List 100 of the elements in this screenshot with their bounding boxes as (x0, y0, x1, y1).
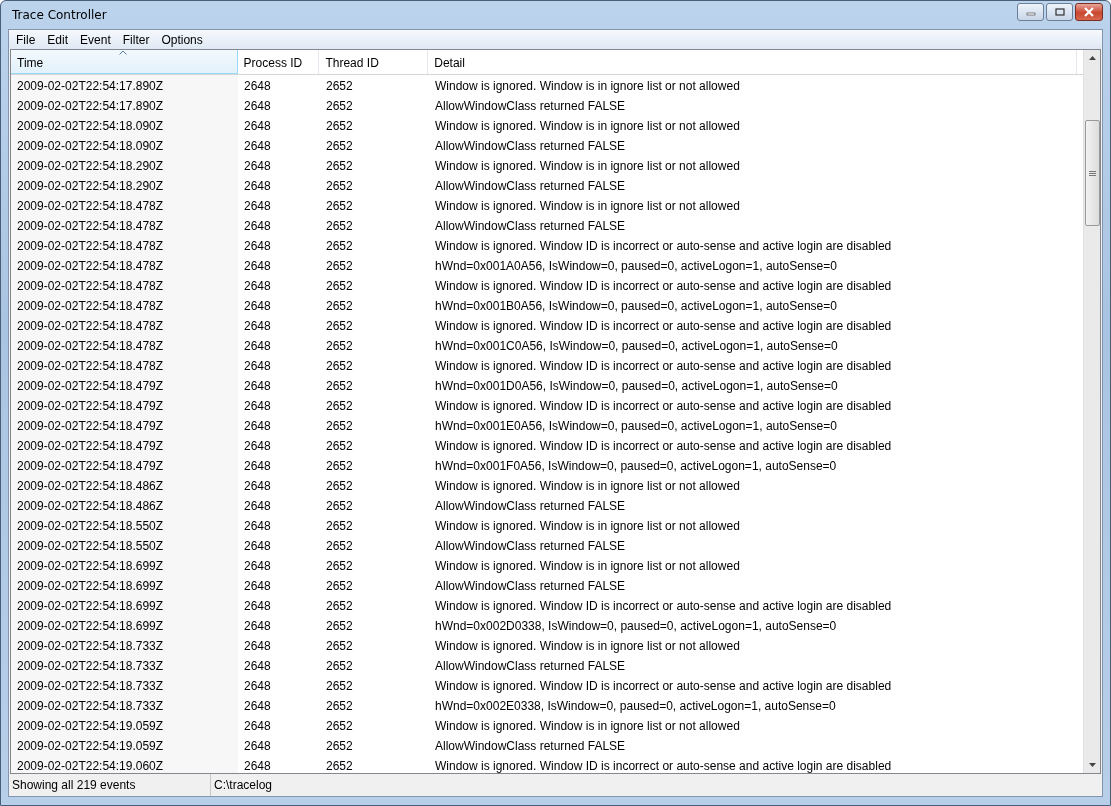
table-cell: AllowWindowClass returned FALSE (435, 539, 626, 553)
table-cell: Window is ignored. Window is in ignore list or not allowed (435, 719, 740, 733)
table-cell: Window is ignored. Window ID is incorrect or auto-sense and active login are disabled (435, 359, 892, 373)
table-cell: Window is ignored. Window is in ignore list or not allowed (435, 559, 740, 573)
column-header[interactable]: Time (11, 50, 238, 74)
table-cell: 2009-02-02T22:54:18.479Z (17, 439, 164, 453)
menu-item[interactable]: Event (74, 32, 117, 47)
table-cell: 2648 (244, 179, 271, 193)
table-cell: 2009-02-02T22:54:18.550Z (17, 539, 164, 553)
table-cell: 2648 (244, 399, 271, 413)
menu-item[interactable]: Options (155, 32, 209, 47)
table-cell: 2648 (244, 559, 271, 573)
vertical-scrollbar[interactable] (1083, 50, 1100, 773)
table-cell: 2009-02-02T22:54:18.699Z (17, 599, 164, 613)
table-cell: 2652 (326, 599, 353, 613)
table-cell: Window is ignored. Window is in ignore list or not allowed (435, 639, 740, 653)
menu-item[interactable]: Filter (116, 32, 156, 47)
table-cell: 2009-02-02T22:54:17.890Z (17, 99, 164, 113)
table-cell: 2009-02-02T22:54:18.733Z (17, 679, 164, 693)
table-cell: hWnd=0x002E0338, IsWindow=0, paused=0, activeLogon=1, autoSense=0 (435, 699, 836, 713)
table-cell: 2648 (244, 379, 271, 393)
table-cell: 2648 (244, 79, 271, 93)
table-cell: 2648 (244, 239, 271, 253)
table-cell: Window is ignored. Window ID is incorrect or auto-sense and active login are disabled (435, 439, 892, 453)
table-cell: 2009-02-02T22:54:18.699Z (17, 559, 164, 573)
table-cell: Window is ignored. Window ID is incorrect or auto-sense and active login are disabled (435, 319, 892, 333)
table-cell: 2648 (244, 99, 271, 113)
table-cell: AllowWindowClass returned FALSE (435, 499, 626, 513)
table-cell: 2009-02-02T22:54:18.478Z (17, 279, 164, 293)
sort-caret-icon (119, 50, 127, 55)
table-cell: AllowWindowClass returned FALSE (435, 219, 626, 233)
table-cell: 2648 (244, 639, 271, 653)
table-cell: 2009-02-02T22:54:18.090Z (17, 139, 164, 153)
table-cell: Window is ignored. Window is in ignore list or not allowed (435, 199, 740, 213)
table-cell: 2652 (326, 579, 353, 593)
maximize-button[interactable] (1046, 3, 1073, 21)
table-cell: Window is ignored. Window ID is incorrect or auto-sense and active login are disabled (435, 279, 892, 293)
table-cell: 2009-02-02T22:54:18.478Z (17, 219, 164, 233)
table-cell: hWnd=0x001C0A56, IsWindow=0, paused=0, activeLogon=1, autoSense=0 (435, 339, 838, 353)
table-cell: 2648 (244, 119, 271, 133)
close-button[interactable] (1075, 3, 1103, 21)
table-cell: 2652 (326, 679, 353, 693)
table-cell: 2009-02-02T22:54:19.060Z (17, 759, 164, 773)
table-cell: AllowWindowClass returned FALSE (435, 739, 626, 753)
table-cell: AllowWindowClass returned FALSE (435, 579, 626, 593)
table-cell: 2009-02-02T22:54:19.059Z (17, 719, 164, 733)
table-cell: 2009-02-02T22:54:18.290Z (17, 179, 164, 193)
scrollbar-thumb[interactable] (1084, 120, 1100, 226)
table-cell: 2009-02-02T22:54:18.478Z (17, 339, 164, 353)
table-cell: 2009-02-02T22:54:18.478Z (17, 299, 164, 313)
menu-item[interactable]: File (10, 32, 42, 47)
table-cell: hWnd=0x001E0A56, IsWindow=0, paused=0, activeLogon=1, autoSense=0 (435, 419, 837, 433)
table-cell: 2652 (326, 399, 353, 413)
close-icon (1083, 7, 1095, 17)
table-cell: 2009-02-02T22:54:18.479Z (17, 379, 164, 393)
table-cell: 2652 (326, 639, 353, 653)
table-cell: 2652 (326, 739, 353, 753)
table-cell: Window is ignored. Window ID is incorrect or auto-sense and active login are disabled (435, 599, 892, 613)
column-header[interactable]: Detail (428, 50, 1077, 74)
table-cell: 2009-02-02T22:54:18.478Z (17, 259, 164, 273)
table-cell: 2652 (326, 499, 353, 513)
table-cell: hWnd=0x001B0A56, IsWindow=0, paused=0, activeLogon=1, autoSense=0 (435, 299, 837, 313)
scroll-up-icon[interactable] (1088, 56, 1096, 60)
table-cell: AllowWindowClass returned FALSE (435, 659, 626, 673)
table-cell: 2648 (244, 339, 271, 353)
maximize-icon (1054, 8, 1065, 16)
minimize-button[interactable] (1017, 3, 1044, 21)
window-title: Trace Controller (11, 8, 107, 22)
table-cell: 2652 (326, 559, 353, 573)
table-cell: 2009-02-02T22:54:18.733Z (17, 659, 164, 673)
table-cell: 2648 (244, 439, 271, 453)
table-cell: 2652 (326, 79, 353, 93)
table-cell: 2648 (244, 459, 271, 473)
table-cell: 2648 (244, 519, 271, 533)
table-cell: 2648 (244, 619, 271, 633)
table-cell: 2648 (244, 479, 271, 493)
table-cell: AllowWindowClass returned FALSE (435, 99, 626, 113)
grip-icon (1088, 169, 1096, 177)
table-cell: 2009-02-02T22:54:18.550Z (17, 519, 164, 533)
column-header[interactable]: Process ID (237, 50, 320, 74)
table-cell: 2009-02-02T22:54:18.486Z (17, 479, 164, 493)
table-cell: Window is ignored. Window is in ignore list or not allowed (435, 479, 740, 493)
table-cell: 2009-02-02T22:54:18.478Z (17, 359, 164, 373)
table-cell: 2648 (244, 159, 271, 173)
table-cell: hWnd=0x001A0A56, IsWindow=0, paused=0, activeLogon=1, autoSense=0 (435, 259, 837, 273)
column-header[interactable]: Thread ID (319, 50, 429, 74)
table-cell: 2009-02-02T22:54:18.290Z (17, 159, 164, 173)
table-cell: 2652 (326, 219, 353, 233)
scroll-down-icon[interactable] (1088, 763, 1096, 767)
table-cell: 2648 (244, 419, 271, 433)
menu-item[interactable]: Edit (41, 32, 75, 47)
table-cell: 2648 (244, 499, 271, 513)
table-cell: 2648 (244, 539, 271, 553)
table-cell: 2009-02-02T22:54:19.059Z (17, 739, 164, 753)
table-cell: 2652 (326, 539, 353, 553)
table-cell: 2009-02-02T22:54:18.479Z (17, 459, 164, 473)
table-cell: 2009-02-02T22:54:17.890Z (17, 79, 164, 93)
table-cell: 2648 (244, 599, 271, 613)
table-cell: 2652 (326, 159, 353, 173)
table-cell: 2652 (326, 759, 353, 773)
